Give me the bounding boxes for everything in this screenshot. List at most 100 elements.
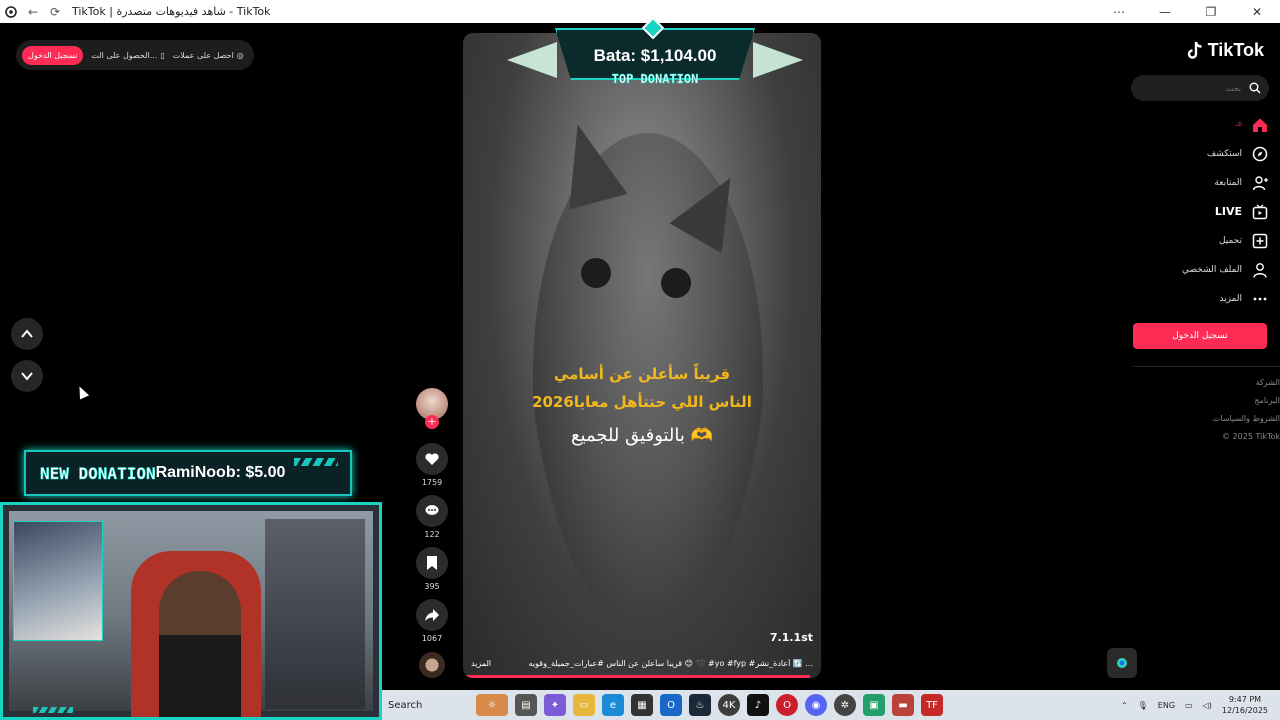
network-icon[interactable]: ▭ bbox=[1185, 701, 1193, 710]
overlay-stripes bbox=[33, 707, 73, 713]
webcam-scene bbox=[9, 511, 373, 717]
shelf bbox=[265, 519, 365, 709]
sidebar-footer: الشركة البرنامج الشروط والسياسات © 2025 … bbox=[1213, 376, 1280, 448]
microphone-icon[interactable]: 🎙 bbox=[1138, 701, 1148, 710]
taskbar-clock[interactable]: 9:47 PM 12/16/2025 bbox=[1222, 694, 1268, 716]
more-icon bbox=[1252, 291, 1268, 307]
taskbar-search[interactable]: Search bbox=[384, 694, 472, 716]
sidebar-item-label: LIVE bbox=[1214, 205, 1242, 218]
sidebar-divider bbox=[1133, 366, 1280, 367]
sidebar-item-upload[interactable]: تحميل bbox=[1108, 226, 1268, 255]
sidebar-item-profile[interactable]: الملف الشخصي bbox=[1108, 255, 1268, 284]
more-link[interactable]: المزيد bbox=[471, 659, 491, 668]
heart-icon bbox=[425, 453, 439, 465]
compass-icon bbox=[1252, 146, 1268, 162]
profile-icon bbox=[1252, 262, 1268, 278]
sidebar-item-label: المتابعة bbox=[1214, 177, 1242, 188]
share-count: 1067 bbox=[421, 634, 443, 643]
share-button[interactable]: 1067 bbox=[415, 599, 449, 643]
get-app-button[interactable]: الحصول على الت... ▯ bbox=[91, 51, 164, 60]
clock-time: 9:47 PM bbox=[1228, 695, 1262, 704]
top-donation-label: TOP DONATION bbox=[611, 72, 699, 87]
sidebar-item-following[interactable]: المتابعة bbox=[1108, 168, 1268, 197]
brand-name: TikTok bbox=[1207, 40, 1264, 60]
sidebar-item-explore[interactable]: استكشف bbox=[1108, 139, 1268, 168]
overlay-stripes bbox=[294, 458, 338, 466]
previous-video-button[interactable] bbox=[11, 318, 43, 350]
footer-link-terms[interactable]: الشروط والسياسات bbox=[1213, 412, 1280, 430]
chevron-up-icon[interactable]: ⌃ bbox=[1121, 701, 1128, 710]
language-indicator[interactable]: ENG bbox=[1158, 701, 1175, 710]
next-video-button[interactable] bbox=[11, 360, 43, 392]
maximize-icon[interactable]: ❐ bbox=[1188, 0, 1234, 23]
tiktok-logo[interactable]: TikTok bbox=[1186, 40, 1264, 61]
new-donation-overlay: NEW DONATION RamiNoob: $5.00 bbox=[24, 450, 352, 496]
save-count: 395 bbox=[424, 582, 440, 591]
video-caption-line3: بالتوفيق للجميع 🫶 bbox=[570, 425, 714, 446]
comment-button[interactable]: 122 bbox=[415, 495, 449, 539]
steam-icon[interactable]: ♨ bbox=[689, 694, 711, 716]
share-icon bbox=[425, 609, 439, 621]
video-player[interactable]: قريباً سأعلن عن أسامي الناس اللي حتتأهل … bbox=[463, 33, 821, 678]
get-coins-button[interactable]: احصل على عملات ◎ bbox=[173, 51, 244, 60]
like-count: 1759 bbox=[421, 478, 443, 487]
tiktok-taskbar-icon[interactable]: ♪ bbox=[747, 694, 769, 716]
follow-plus-icon[interactable]: + bbox=[425, 415, 439, 429]
reload-icon[interactable]: ⟳ bbox=[44, 0, 66, 23]
sidebar-item-label: استكشف bbox=[1206, 148, 1242, 159]
outlook-icon[interactable]: O bbox=[660, 694, 682, 716]
save-button[interactable]: 395 bbox=[415, 547, 449, 591]
top-action-bar: تسجيل الدخول الحصول على الت... ▯ احصل عل… bbox=[16, 40, 254, 70]
system-tray: ⌃ 🎙 ENG ▭ ◁) 9:47 PM 12/16/2025 bbox=[1121, 690, 1268, 720]
get-coins-label: احصل على عملات bbox=[172, 50, 234, 60]
back-icon[interactable]: ← bbox=[22, 0, 44, 23]
video-caption-line2: الناس اللي حتتأهل معايا2026 bbox=[532, 393, 752, 411]
search-box[interactable]: بحث bbox=[1131, 75, 1269, 101]
edge-icon[interactable]: e bbox=[602, 694, 624, 716]
app-icon bbox=[0, 0, 22, 23]
tf-icon[interactable]: TF bbox=[921, 694, 943, 716]
top-donation-overlay: Bata: $1,104.00 TOP DONATION bbox=[505, 16, 805, 92]
cat-ear bbox=[548, 116, 628, 210]
sidebar-item-more[interactable]: المزيد bbox=[1108, 284, 1268, 313]
video-caption-line1: قريباً سأعلن عن أسامي bbox=[553, 365, 731, 383]
sidebar-item-for-you[interactable]: لك bbox=[1108, 110, 1268, 139]
opera-icon[interactable]: O bbox=[776, 694, 798, 716]
sidebar-menu: لك استكشف المتابعة LIVE تحميل الملف الشخ… bbox=[1108, 110, 1268, 313]
home-icon bbox=[1252, 117, 1268, 133]
file-explorer-icon[interactable]: ▭ bbox=[573, 694, 595, 716]
chatgpt-icon[interactable]: ✲ bbox=[834, 694, 856, 716]
menu-dots-icon[interactable]: ⋯ bbox=[1096, 0, 1142, 23]
footer-link-company[interactable]: الشركة bbox=[1213, 376, 1280, 394]
music-disc-icon[interactable] bbox=[419, 652, 445, 678]
webcam-overlay bbox=[0, 502, 382, 720]
chevron-up-icon bbox=[21, 329, 33, 338]
obs-icon[interactable]: ▣ bbox=[863, 694, 885, 716]
discord-icon[interactable]: ◉ bbox=[805, 694, 827, 716]
streamer bbox=[159, 571, 241, 717]
task-view-icon[interactable]: ▤ bbox=[515, 694, 537, 716]
minimize-icon[interactable]: — bbox=[1142, 0, 1188, 23]
like-button[interactable]: 1759 bbox=[415, 443, 449, 487]
app-4k-icon[interactable]: 4K bbox=[718, 694, 740, 716]
cat-eye bbox=[661, 268, 691, 298]
floating-app-icon[interactable] bbox=[1107, 648, 1137, 678]
volume-icon[interactable]: ◁) bbox=[1203, 701, 1212, 710]
store-icon[interactable]: ▦ bbox=[631, 694, 653, 716]
sidebar-item-live[interactable]: LIVE bbox=[1108, 197, 1268, 226]
footer-copyright: © 2025 TikTok bbox=[1222, 432, 1280, 441]
new-donation-label: NEW DONATION bbox=[40, 463, 156, 483]
footer-link-program[interactable]: البرنامج bbox=[1213, 394, 1280, 412]
get-app-label: الحصول على الت... bbox=[91, 50, 158, 60]
sidebar-login-button[interactable]: تسجيل الدخول bbox=[1133, 323, 1267, 349]
mouse-cursor-icon bbox=[74, 384, 90, 400]
widget-icon[interactable]: ☼ bbox=[476, 694, 508, 716]
video-progress-bar[interactable] bbox=[463, 675, 811, 678]
comment-icon bbox=[425, 505, 439, 515]
close-icon[interactable]: ✕ bbox=[1234, 0, 1280, 23]
copilot-icon[interactable]: ✦ bbox=[544, 694, 566, 716]
capture-icon[interactable]: ▬ bbox=[892, 694, 914, 716]
login-pill-button[interactable]: تسجيل الدخول bbox=[22, 45, 84, 65]
sidebar-item-label: الملف الشخصي bbox=[1182, 264, 1242, 275]
sidebar-item-label: المزيد bbox=[1219, 293, 1242, 304]
